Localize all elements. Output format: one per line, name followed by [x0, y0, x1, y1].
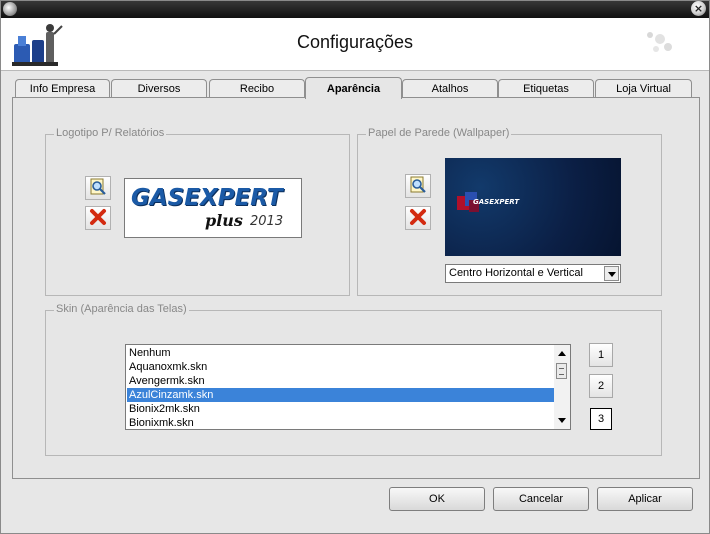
browse-logo-button[interactable] — [85, 176, 111, 200]
wallpaper-position-select[interactable]: Centro Horizontal e Vertical — [445, 264, 621, 283]
chevron-down-icon[interactable] — [604, 266, 619, 281]
logo-text-sub: plus — [205, 211, 243, 230]
page-title: Configurações — [296, 32, 414, 52]
list-item-selected[interactable]: AzulCinzamk.skn — [127, 388, 556, 402]
delete-x-icon — [409, 208, 427, 229]
list-item[interactable]: Avengermk.skn — [127, 374, 556, 388]
logo-preview: GASEXPERT plus 2013 — [124, 178, 302, 238]
list-item[interactable]: Bionix2mk.skn — [127, 402, 556, 416]
ok-button[interactable]: OK — [389, 487, 485, 511]
close-icon[interactable]: × — [691, 1, 706, 16]
delete-wallpaper-button[interactable] — [405, 206, 431, 230]
tab-info-empresa[interactable]: Info Empresa — [15, 79, 110, 98]
logo-text-main: GASEXPERT — [131, 185, 283, 211]
delete-x-icon — [89, 208, 107, 229]
apply-button[interactable]: Aplicar — [597, 487, 693, 511]
skin-list-scrollbar[interactable] — [554, 345, 570, 429]
window-header: Configurações — [0, 18, 710, 71]
tab-diversos[interactable]: Diversos — [111, 79, 207, 98]
tab-atalhos[interactable]: Atalhos — [402, 79, 498, 98]
skin-listbox[interactable]: Nenhum Aquanoxmk.skn Avengermk.skn AzulC… — [125, 344, 571, 430]
list-item[interactable]: Aquanoxmk.skn — [127, 360, 556, 374]
browse-wallpaper-button[interactable] — [405, 174, 431, 198]
tab-loja-virtual[interactable]: Loja Virtual — [595, 79, 692, 98]
loading-dots-icon — [640, 27, 680, 60]
scrollbar-thumb[interactable] — [556, 363, 567, 379]
logo-text-year: 2013 — [250, 214, 284, 229]
tab-recibo[interactable]: Recibo — [209, 79, 305, 98]
scroll-up-icon[interactable] — [558, 351, 566, 356]
wallpaper-preview: GASEXPERT — [445, 158, 621, 256]
wallpaper-position-value: Centro Horizontal e Vertical — [449, 267, 583, 279]
list-item[interactable]: Bionixmk.skn — [127, 416, 556, 429]
scroll-down-icon[interactable] — [558, 418, 566, 423]
wallpaper-group-label: Papel de Parede (Wallpaper) — [366, 127, 512, 139]
list-item[interactable]: Nenhum — [127, 346, 556, 360]
skin-page-3-button[interactable]: 3 — [590, 408, 612, 430]
cancel-button[interactable]: Cancelar — [493, 487, 589, 511]
search-file-icon — [408, 175, 428, 198]
tab-etiquetas[interactable]: Etiquetas — [498, 79, 594, 98]
window-menu-icon[interactable] — [3, 2, 17, 16]
window-titlebar: × — [0, 0, 710, 18]
skin-page-2-button[interactable]: 2 — [589, 374, 613, 398]
wallpaper-mini-logo: GASEXPERT — [473, 198, 520, 206]
skin-page-1-button[interactable]: 1 — [589, 343, 613, 367]
delete-logo-button[interactable] — [85, 206, 111, 230]
search-file-icon — [88, 177, 108, 200]
logo-group-label: Logotipo P/ Relatórios — [54, 127, 167, 139]
tab-aparencia[interactable]: Aparência — [305, 77, 402, 99]
skin-group-label: Skin (Aparência das Telas) — [54, 303, 189, 315]
